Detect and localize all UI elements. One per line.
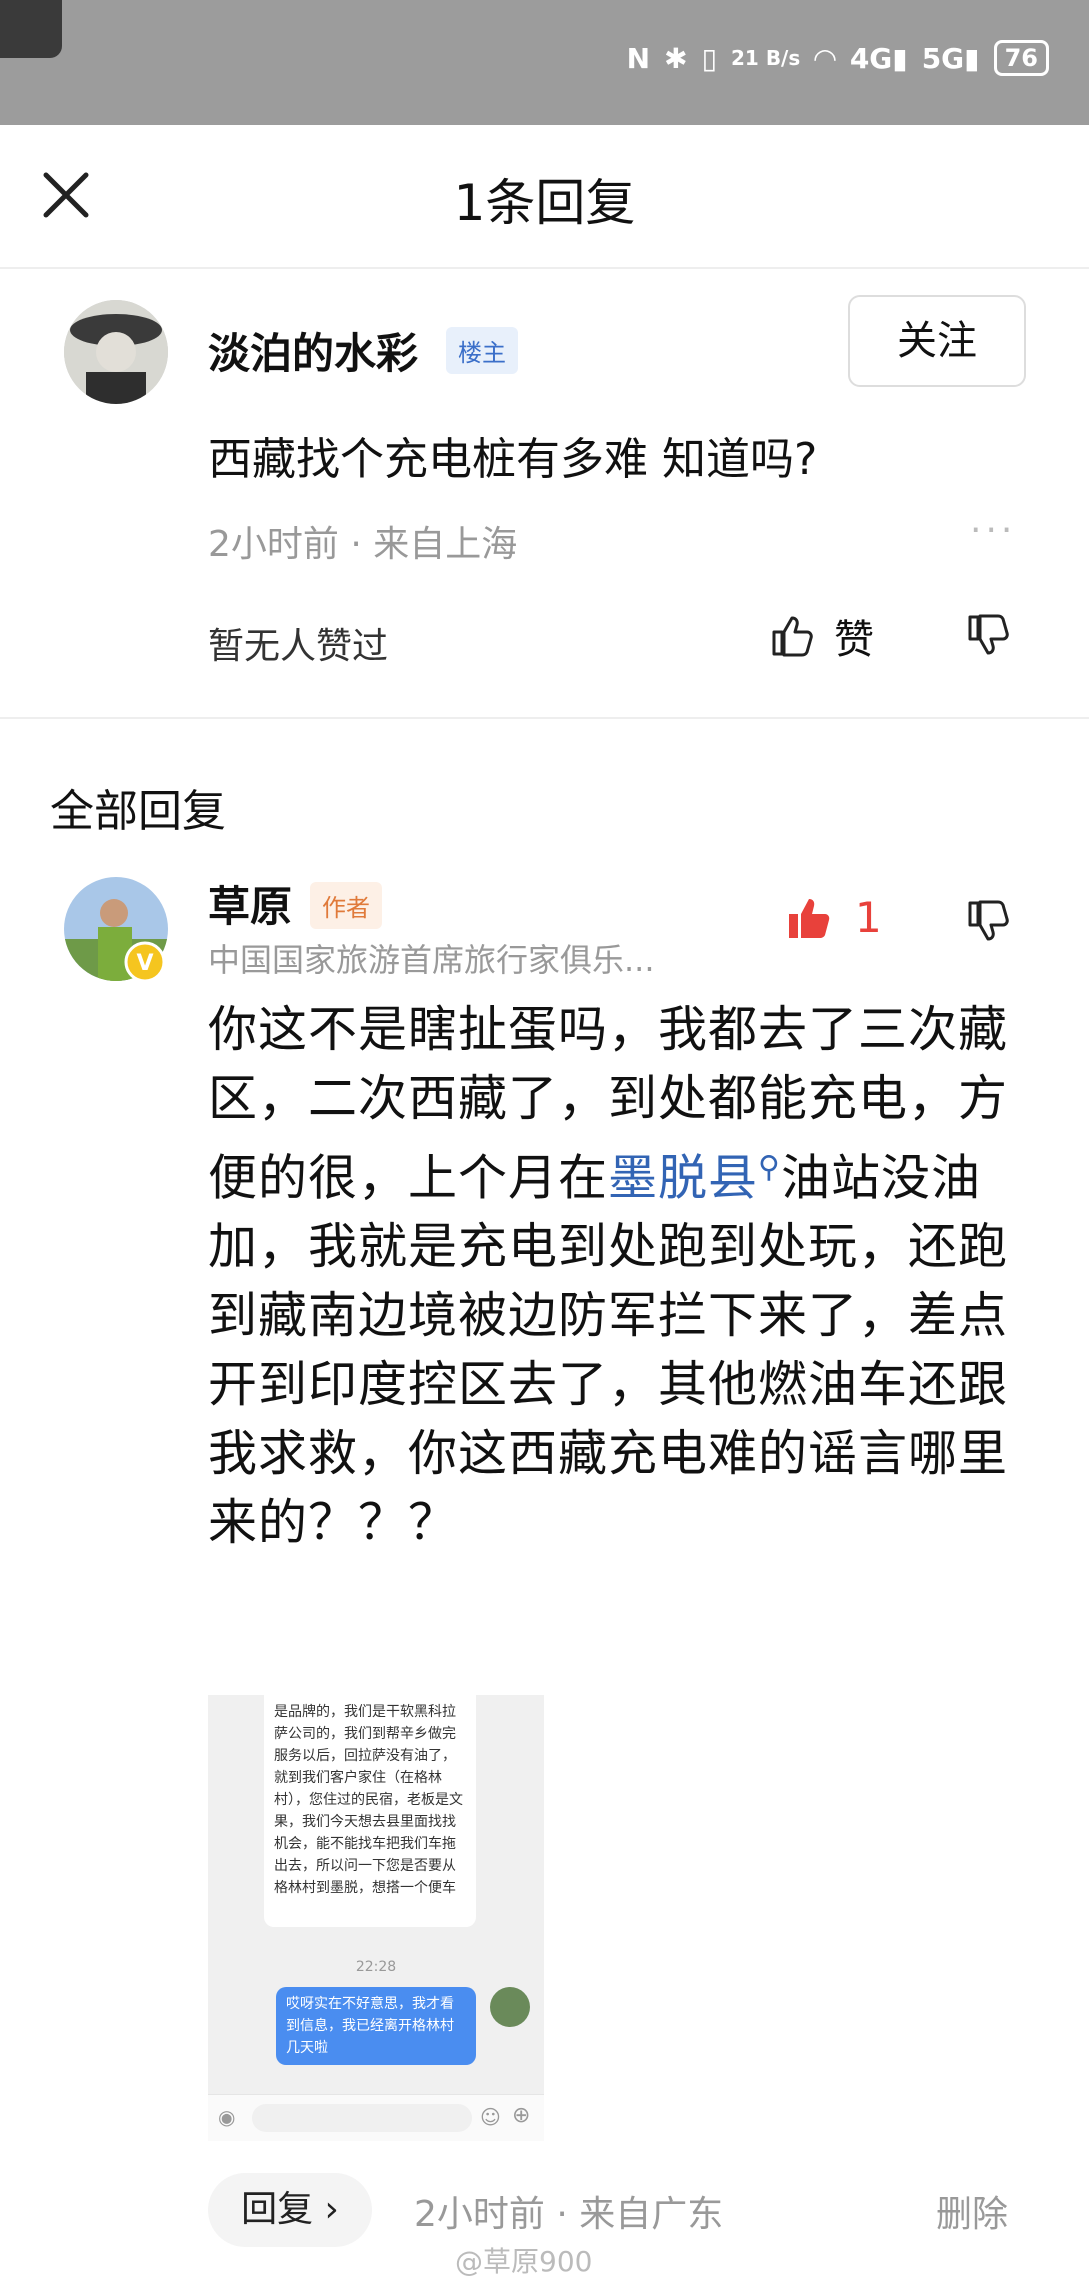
no-likes-text: 暂无人赞过: [208, 626, 389, 667]
reply-button[interactable]: 回复 ›: [208, 2173, 372, 2247]
reply-like-button[interactable]: 1: [785, 893, 882, 942]
search-icon[interactable]: ⚲: [758, 1150, 781, 1185]
floating-window-pill[interactable]: [0, 0, 62, 58]
location-link[interactable]: 墨脱县: [608, 1149, 758, 1206]
like-label: 赞: [834, 617, 874, 663]
wifi-icon: ◠: [814, 41, 836, 75]
thumbs-down-icon[interactable]: [964, 611, 1012, 659]
status-bar: N ✱ ▯ 21 B/s ◠ 4G▮ 5G▮ 76: [0, 0, 1089, 125]
reply-image[interactable]: 是品牌的，我们是干软黑科拉萨公司的，我们到帮辛乡做完服务以后，回拉萨没有油了，就…: [208, 1695, 544, 2141]
nfc-icon: N: [626, 41, 651, 75]
battery-indicator: 76: [993, 40, 1049, 76]
reply-thumbs-down-icon[interactable]: [964, 897, 1012, 945]
reply-body-text: 你这不是瞎扯蛋吗，我都去了三次藏区，二次西藏了，到处都能充电，方便的很，上个月在…: [208, 1001, 1009, 1552]
op-owner-badge: 楼主: [446, 327, 518, 374]
sheet-header: 1条回复: [0, 125, 1089, 269]
reply-username[interactable]: 草原: [208, 873, 292, 934]
op-comment-text: 西藏找个充电桩有多难 知道吗?: [208, 434, 818, 485]
op-avatar[interactable]: [64, 300, 168, 404]
reply-sheet: 1条回复 淡泊的水彩 楼主 关注 西藏找个充电桩有多难 知道吗? 2小时前 · …: [0, 125, 1089, 2278]
chat-avatar: [490, 1987, 530, 2027]
follow-button[interactable]: 关注: [848, 295, 1026, 387]
plus-icon: ⊕: [512, 2103, 531, 2128]
like-button[interactable]: 赞: [768, 607, 874, 665]
svg-text:V: V: [136, 951, 153, 976]
delete-button[interactable]: 删除: [936, 2185, 1008, 2237]
chat-message-sent: 哎呀实在不好意思，我才看到信息，我已经离开格林村几天啦: [276, 1987, 476, 2065]
chat-input-bar: ◉ ☺ ⊕: [208, 2094, 544, 2141]
chat-input-field: [252, 2104, 472, 2132]
reply-user-subtitle: 中国国家旅游首席旅行家俱乐...: [208, 941, 655, 979]
more-options-icon[interactable]: ···: [970, 510, 1016, 551]
reply-like-count: 1: [855, 893, 882, 942]
signal-4g: 4G▮: [849, 41, 908, 75]
op-meta: 2小时前 · 来自上海: [208, 524, 518, 565]
net-speed-value: 21: [731, 46, 759, 70]
net-speed: 21 B/s: [731, 47, 800, 69]
author-badge: 作者: [310, 882, 382, 929]
op-username[interactable]: 淡泊的水彩: [208, 320, 418, 381]
signal-5g: 5G▮: [921, 41, 980, 75]
thumbs-up-icon: [772, 616, 813, 657]
status-icons: N ✱ ▯ 21 B/s ◠ 4G▮ 5G▮ 76: [627, 40, 1049, 76]
net-speed-unit: B/s: [765, 46, 801, 70]
page-title: 1条回复: [453, 174, 636, 232]
vibrate-icon: ▯: [701, 41, 717, 75]
thumbs-up-filled-icon: [789, 898, 830, 938]
bluetooth-icon: ✱: [664, 41, 688, 75]
reply-meta: 2小时前 · 来自广东: [414, 2194, 724, 2235]
chat-timestamp: 22:28: [355, 1959, 397, 1975]
emoji-icon: ☺: [480, 2105, 501, 2129]
voice-icon: ◉: [218, 2105, 236, 2129]
watermark: @草原900: [455, 2245, 593, 2278]
chat-message-received: 是品牌的，我们是干软黑科拉萨公司的，我们到帮辛乡做完服务以后，回拉萨没有油了，就…: [264, 1695, 476, 1927]
all-replies-title: 全部回复: [50, 786, 226, 837]
section-divider: [0, 717, 1089, 719]
verified-badge-icon: V: [124, 941, 166, 983]
